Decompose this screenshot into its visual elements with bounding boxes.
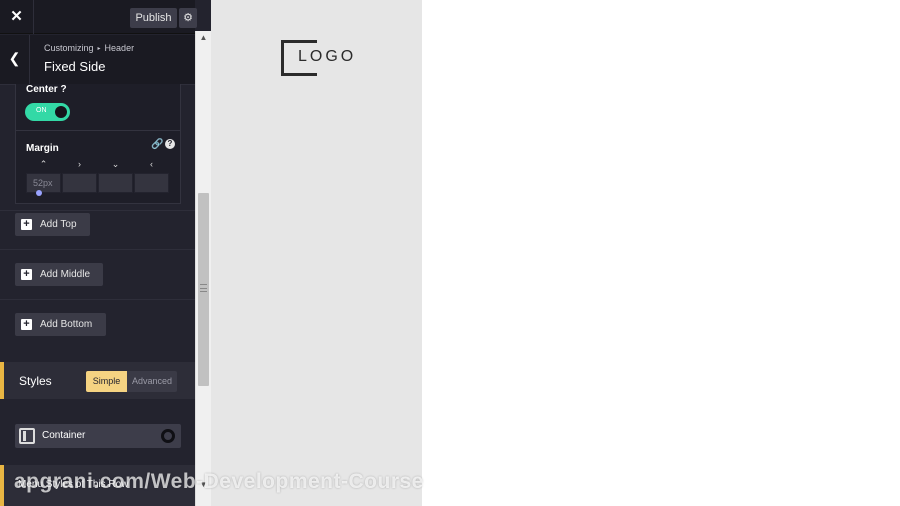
top-bar: ✕ Publish ⚙ bbox=[0, 0, 197, 34]
plus-icon: + bbox=[21, 219, 32, 230]
divider bbox=[0, 210, 195, 211]
advanced-tab[interactable]: Advanced bbox=[127, 371, 177, 392]
scrollbar-thumb[interactable] bbox=[198, 193, 209, 386]
site-preview: LOGO bbox=[211, 0, 422, 506]
container-toggle[interactable] bbox=[161, 429, 175, 443]
toggle-state-text: ON bbox=[36, 107, 47, 114]
panel-title: Fixed Side bbox=[44, 59, 106, 74]
breadcrumb: Customizing ▸ Header bbox=[44, 43, 134, 53]
plus-icon: + bbox=[21, 269, 32, 280]
styles-label: Styles bbox=[19, 374, 52, 388]
margin-left-input[interactable] bbox=[134, 173, 169, 193]
center-toggle[interactable]: ON bbox=[25, 103, 70, 121]
margin-top-arrow-icon: ⌃ bbox=[39, 159, 48, 169]
add-bottom-label: Add Bottom bbox=[40, 319, 93, 330]
close-button[interactable]: ✕ bbox=[0, 0, 34, 34]
margin-bottom-input[interactable] bbox=[98, 173, 133, 193]
help-icon[interactable]: ? bbox=[165, 139, 175, 149]
watermark: apgrani.com/Web-Development-Course bbox=[14, 470, 424, 493]
panel-header: ❮ Customizing ▸ Header Fixed Side bbox=[0, 35, 195, 85]
breadcrumb-section: Header bbox=[104, 43, 135, 53]
breadcrumb-separator-icon: ▸ bbox=[97, 46, 101, 52]
styles-section: Styles Simple Advanced bbox=[0, 362, 195, 399]
add-top-label: Add Top bbox=[40, 219, 77, 230]
header-options-box: Center ? ON Margin 🔗 ? ⌃ › ⌄ ‹ 52px bbox=[15, 84, 181, 204]
customizer-window: ✕ Publish ⚙ ❮ Customizing ▸ Header Fixed S… bbox=[0, 0, 900, 506]
back-button[interactable]: ❮ bbox=[0, 35, 30, 85]
plus-icon: + bbox=[21, 319, 32, 330]
divider bbox=[0, 249, 195, 250]
container-label: Container bbox=[42, 430, 86, 441]
add-middle-label: Add Middle bbox=[40, 269, 91, 280]
container-option[interactable]: Container bbox=[15, 424, 181, 448]
scroll-up-icon[interactable]: ▲ bbox=[196, 31, 211, 45]
margin-right-input[interactable] bbox=[62, 173, 97, 193]
gear-icon[interactable]: ⚙ bbox=[179, 8, 197, 28]
publish-button[interactable]: Publish bbox=[130, 8, 177, 28]
simple-tab[interactable]: Simple bbox=[86, 371, 127, 392]
add-middle-button[interactable]: + Add Middle bbox=[15, 263, 103, 286]
add-bottom-button[interactable]: + Add Bottom bbox=[15, 313, 106, 336]
add-top-button[interactable]: + Add Top bbox=[15, 213, 90, 236]
breadcrumb-root: Customizing bbox=[44, 43, 94, 53]
divider bbox=[0, 299, 195, 300]
container-icon bbox=[19, 428, 35, 444]
customizer-sidebar: ✕ Publish ⚙ ❮ Customizing ▸ Header Fixed S… bbox=[0, 0, 211, 506]
preview-content-area bbox=[422, 0, 900, 506]
link-icon[interactable]: 🔗 bbox=[151, 139, 163, 150]
mouse-cursor-icon bbox=[36, 190, 42, 196]
margin-label: Margin bbox=[26, 143, 59, 154]
divider bbox=[16, 130, 180, 131]
margin-bottom-arrow-icon: ⌄ bbox=[111, 159, 120, 169]
margin-right-arrow-icon: › bbox=[78, 159, 81, 169]
scrollbar-grip-icon bbox=[200, 284, 207, 292]
sidebar-scrollbar[interactable]: ▲ ▼ bbox=[195, 31, 211, 506]
margin-top-input[interactable]: 52px bbox=[26, 173, 61, 193]
center-label: Center ? bbox=[26, 84, 67, 95]
logo-text[interactable]: LOGO bbox=[298, 48, 356, 66]
toggle-knob bbox=[55, 106, 67, 118]
margin-left-arrow-icon: ‹ bbox=[150, 159, 153, 169]
